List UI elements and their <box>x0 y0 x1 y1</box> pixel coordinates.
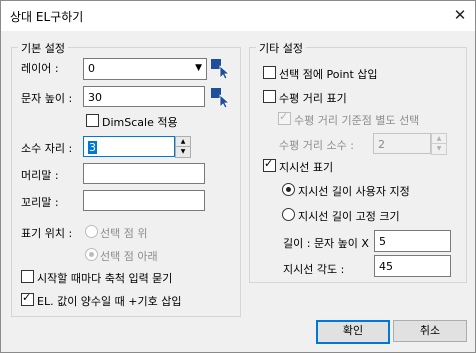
decimal-value: 3 <box>88 141 97 154</box>
position-below-radio[interactable] <box>85 248 98 261</box>
text-height-label: 문자 높이 : <box>21 92 73 105</box>
position-label: 표기 위치 : <box>21 227 73 240</box>
insert-point-checkbox[interactable] <box>263 66 276 79</box>
pick-text-height-icon[interactable] <box>209 86 231 108</box>
pick-layer-icon[interactable] <box>209 57 231 79</box>
title-bar: 상대 EL구하기 ✕ <box>1 1 475 31</box>
angle-label: 지시선 각도 : <box>283 263 345 276</box>
position-above-label: 선택 점 위 <box>100 227 148 240</box>
other-settings-title: 기타 설정 <box>256 40 306 56</box>
length-label: 길이 : 문자 높이 X <box>283 237 369 250</box>
length-value: 5 <box>379 235 386 248</box>
leader-user-radio[interactable] <box>282 183 295 196</box>
spin-down-icon[interactable]: ▼ <box>175 146 191 158</box>
layer-select[interactable]: 0 ▼ <box>83 58 207 80</box>
ask-scale-checkbox[interactable] <box>21 270 34 283</box>
dimscale-label: DimScale 적용 <box>102 116 178 129</box>
leader-user-label: 지시선 길이 사용자 지정 <box>298 185 410 198</box>
length-input[interactable]: 5 <box>374 230 451 252</box>
horiz-decimal-input[interactable]: 2 <box>373 133 431 154</box>
ask-scale-label: 시작할 때마다 축척 입력 묻기 <box>37 272 173 285</box>
layer-label: 레이어 : <box>21 62 59 75</box>
layer-value: 0 <box>88 62 95 75</box>
insert-point-label: 선택 점에 Point 삽입 <box>279 68 378 81</box>
base-point-checkbox[interactable] <box>278 110 291 125</box>
horiz-dist-checkbox[interactable] <box>263 90 276 103</box>
angle-input[interactable]: 45 <box>374 255 451 277</box>
text-height-value: 30 <box>88 91 102 104</box>
basic-settings-title: 기본 설정 <box>18 40 68 56</box>
angle-value: 45 <box>379 260 393 273</box>
prefix-label: 머리말 : <box>21 169 59 182</box>
leader-fixed-label: 지시선 길이 고정 크기 <box>298 210 400 223</box>
decimal-label: 소수 자리 : <box>21 142 73 155</box>
close-icon[interactable]: ✕ <box>447 3 473 27</box>
dimscale-checkbox[interactable] <box>86 114 99 127</box>
plus-sign-label: EL. 값이 양수일 때 +기호 삽입 <box>37 295 182 308</box>
text-height-input[interactable]: 30 <box>83 86 205 107</box>
base-point-label: 수평 거리 기준점 별도 선택 <box>294 114 420 127</box>
dialog-title: 상대 EL구하기 <box>10 10 84 24</box>
ok-button[interactable]: 확인 <box>316 320 390 344</box>
spin-down-icon[interactable]: ▼ <box>431 143 447 155</box>
plus-sign-checkbox[interactable] <box>21 291 34 306</box>
leader-fixed-radio[interactable] <box>282 208 295 221</box>
prefix-input[interactable] <box>83 163 205 184</box>
position-above-radio[interactable] <box>85 225 98 238</box>
leader-label: 지시선 표기 <box>279 161 334 174</box>
chevron-down-icon[interactable]: ▼ <box>195 63 202 73</box>
horiz-decimal-value: 2 <box>378 138 385 151</box>
horiz-dist-label: 수평 거리 표기 <box>279 92 347 105</box>
horiz-decimal-label: 수평 거리 소수 : <box>279 139 354 152</box>
decimal-input[interactable]: 3 <box>83 136 175 157</box>
suffix-label: 꼬리말 : <box>21 196 59 209</box>
position-below-label: 선택 점 아래 <box>100 250 158 263</box>
leader-checkbox[interactable] <box>263 157 276 172</box>
cancel-button[interactable]: 취소 <box>393 320 467 342</box>
suffix-input[interactable] <box>83 190 205 211</box>
dialog-window: 상대 EL구하기 ✕ 기본 설정 레이어 : 0 ▼ 문자 높이 : 30 Di… <box>0 0 476 353</box>
